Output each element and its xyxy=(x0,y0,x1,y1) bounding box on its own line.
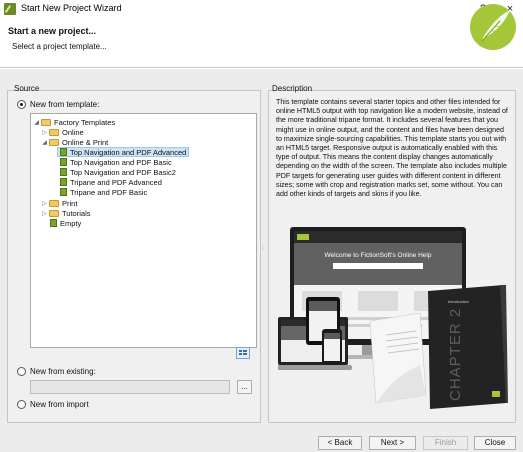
tree-item-label: Tripane and PDF Basic xyxy=(70,187,148,197)
template-preview-image: Welcome to FictionSoft's Online Help Int… xyxy=(278,227,508,409)
collapse-arrow-icon[interactable]: ◢ xyxy=(41,139,48,146)
browse-button[interactable]: ... xyxy=(237,380,252,394)
list-view-icon xyxy=(239,350,247,355)
tree-item-template-selected[interactable]: Top Navigation and PDF Advanced xyxy=(57,147,190,157)
description-legend: Description xyxy=(272,84,313,93)
template-icon xyxy=(60,158,67,166)
tree-item-template[interactable]: Tripane and PDF Basic xyxy=(58,187,147,197)
tree-item-online[interactable]: ▷ Online xyxy=(41,127,84,137)
tree-item-print[interactable]: ▷ Print xyxy=(41,198,77,208)
folder-icon xyxy=(49,199,59,207)
tree-item-template[interactable]: Top Navigation and PDF Basic2 xyxy=(58,167,176,177)
tree-item-online-print[interactable]: ◢ Online & Print xyxy=(41,137,108,147)
tree-item-label: Print xyxy=(62,198,78,208)
new-from-import-radio[interactable] xyxy=(17,400,26,409)
source-legend: Source xyxy=(14,84,40,93)
expand-arrow-icon[interactable]: ▷ xyxy=(41,200,48,207)
template-icon xyxy=(50,219,57,227)
header-title: Start a new project... xyxy=(8,26,97,36)
description-text: This template contains several starter t… xyxy=(276,98,508,199)
tree-item-template[interactable]: Tripane and PDF Advanced xyxy=(58,177,162,187)
panel-splitter[interactable]: ⁞ xyxy=(262,246,265,254)
tree-item-tutorials[interactable]: ▷ Tutorials xyxy=(41,208,90,218)
expand-arrow-icon[interactable]: ▷ xyxy=(41,210,48,217)
preview-banner-text: Welcome to FictionSoft's Online Help xyxy=(325,252,432,259)
tree-item-label: Factory Templates xyxy=(54,117,116,127)
collapse-arrow-icon[interactable]: ◢ xyxy=(33,119,40,126)
quill-logo-icon xyxy=(470,4,516,50)
new-from-existing-label: New from existing: xyxy=(30,367,96,376)
tree-item-template[interactable]: Top Navigation and PDF Basic xyxy=(58,157,172,167)
window-title: Start New Project Wizard xyxy=(21,3,122,13)
tree-item-label: Tripane and PDF Advanced xyxy=(70,177,162,187)
template-tree[interactable]: ◢ Factory Templates ▷ Online ◢ Online & … xyxy=(30,113,257,348)
tree-item-label: Top Navigation and PDF Basic2 xyxy=(70,167,176,177)
new-from-existing-radio[interactable] xyxy=(17,367,26,376)
template-icon xyxy=(60,148,67,156)
preview-cover-heading: Introduction xyxy=(448,299,469,304)
wizard-header: Start a new project... Select a project … xyxy=(0,18,523,68)
template-icon xyxy=(60,168,67,176)
tree-item-label: Online & Print xyxy=(62,137,109,147)
app-icon xyxy=(4,3,16,15)
tree-item-factory-templates[interactable]: ◢ Factory Templates xyxy=(33,117,115,127)
back-button[interactable]: < Back xyxy=(318,436,362,450)
tree-item-label: Online xyxy=(62,127,84,137)
existing-project-field[interactable] xyxy=(30,380,230,394)
folder-icon xyxy=(49,138,59,146)
template-icon xyxy=(60,188,67,196)
folder-icon xyxy=(49,209,59,217)
folder-icon xyxy=(49,128,59,136)
tree-item-empty[interactable]: Empty xyxy=(48,218,81,228)
folder-icon xyxy=(41,118,51,126)
template-icon xyxy=(60,178,67,186)
view-options-button[interactable] xyxy=(236,347,250,359)
new-from-template-radio[interactable] xyxy=(17,100,26,109)
title-bar: Start New Project Wizard ? × xyxy=(0,0,523,18)
expand-arrow-icon[interactable]: ▷ xyxy=(41,129,48,136)
next-button[interactable]: Next > xyxy=(369,436,416,450)
tree-item-label: Top Navigation and PDF Advanced xyxy=(70,147,187,157)
header-subtitle: Select a project template... xyxy=(12,42,107,51)
tree-item-label: Tutorials xyxy=(62,208,91,218)
finish-button[interactable]: Finish xyxy=(423,436,468,450)
close-button[interactable]: Close xyxy=(474,436,516,450)
tree-item-label: Top Navigation and PDF Basic xyxy=(70,157,172,167)
preview-cover-title: CHAPTER 2 xyxy=(447,308,464,401)
tree-item-label: Empty xyxy=(60,218,82,228)
new-from-template-label: New from template: xyxy=(30,100,100,109)
new-from-import-label: New from import xyxy=(30,400,89,409)
